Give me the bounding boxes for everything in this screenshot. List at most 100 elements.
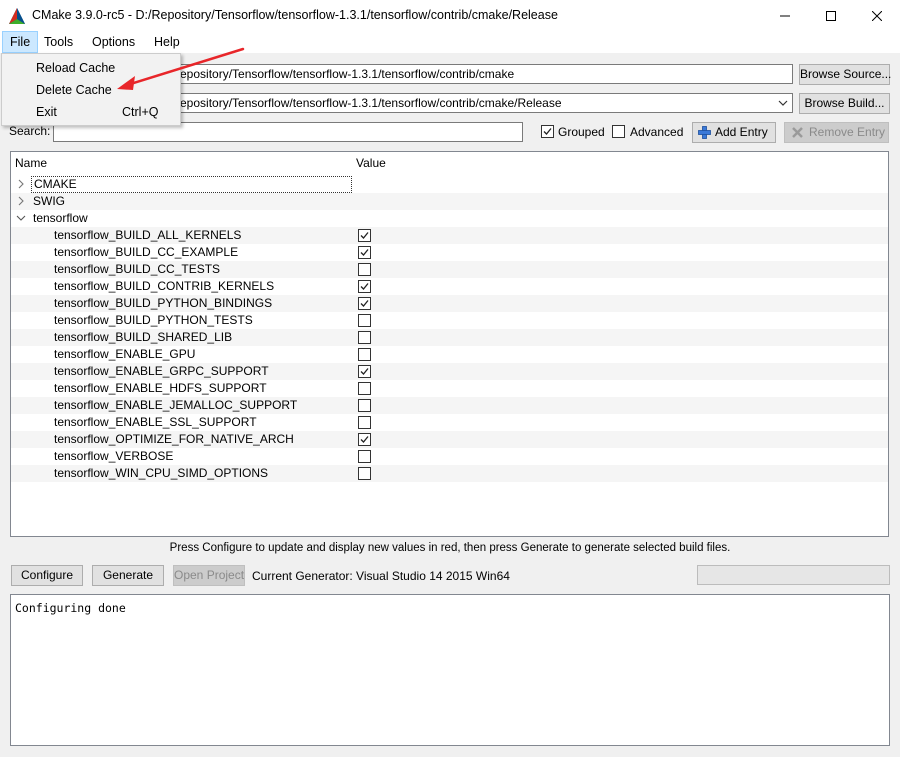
grouped-checkbox[interactable] <box>541 125 554 138</box>
entry-value-checkbox[interactable] <box>358 365 371 378</box>
group-label: tensorflow <box>33 211 88 225</box>
entry-value-checkbox[interactable] <box>358 467 371 480</box>
header-value[interactable]: Value <box>352 152 386 174</box>
menu-file[interactable]: File <box>2 31 39 53</box>
progress-bar <box>697 565 890 585</box>
menu-item-label: Delete Cache <box>36 83 112 97</box>
remove-icon <box>792 127 803 138</box>
group-label: SWIG <box>33 194 65 208</box>
cache-entry-row[interactable]: tensorflow_OPTIMIZE_FOR_NATIVE_ARCH <box>11 431 888 448</box>
tree-group-swig[interactable]: SWIG <box>11 193 888 210</box>
plus-icon <box>698 126 711 139</box>
checkmark-icon <box>543 128 552 135</box>
remove-entry-label: Remove Entry <box>809 125 886 139</box>
window-title: CMake 3.9.0-rc5 - D:/Repository/Tensorfl… <box>32 8 558 22</box>
cache-entry-row[interactable]: tensorflow_BUILD_CONTRIB_KERNELS <box>11 278 888 295</box>
cache-entry-row[interactable]: tensorflow_BUILD_ALL_KERNELS <box>11 227 888 244</box>
cache-entry-row[interactable]: tensorflow_ENABLE_HDFS_SUPPORT <box>11 380 888 397</box>
chevron-down-icon[interactable] <box>778 98 788 108</box>
maximize-icon <box>826 10 836 21</box>
entry-name: tensorflow_BUILD_CC_TESTS <box>54 262 221 276</box>
group-label: CMAKE <box>31 176 352 193</box>
entry-value-checkbox[interactable] <box>358 416 371 429</box>
hint-text: Press Configure to update and display ne… <box>169 542 731 554</box>
entry-value-checkbox[interactable] <box>358 450 371 463</box>
cache-entry-row[interactable]: tensorflow_BUILD_CC_TESTS <box>11 261 888 278</box>
checkmark-icon <box>360 436 369 443</box>
checkmark-icon <box>360 283 369 290</box>
cmake-logo-icon <box>9 8 25 24</box>
cache-entry-row[interactable]: tensorflow_WIN_CPU_SIMD_OPTIONS <box>11 465 888 482</box>
cache-entry-row[interactable]: tensorflow_ENABLE_SSL_SUPPORT <box>11 414 888 431</box>
add-entry-label: Add Entry <box>715 125 768 139</box>
entry-value-checkbox[interactable] <box>358 263 371 276</box>
browse-source-button[interactable]: Browse Source... <box>799 64 891 85</box>
cache-tree[interactable]: Name Value CMAKE SWIG tensorflow tensorf… <box>10 151 889 537</box>
maximize-button[interactable] <box>808 0 854 31</box>
cache-entry-row[interactable]: tensorflow_ENABLE_GRPC_SUPPORT <box>11 363 888 380</box>
entry-name: tensorflow_BUILD_CC_EXAMPLE <box>54 245 239 259</box>
cache-entry-row[interactable]: tensorflow_BUILD_PYTHON_TESTS <box>11 312 888 329</box>
cache-entry-row[interactable]: tensorflow_BUILD_SHARED_LIB <box>11 329 888 346</box>
entry-name: tensorflow_BUILD_PYTHON_BINDINGS <box>54 296 273 310</box>
menu-tools[interactable]: Tools <box>37 31 80 53</box>
tree-header: Name Value <box>11 152 888 174</box>
checkmark-icon <box>360 368 369 375</box>
entry-value-checkbox[interactable] <box>358 314 371 327</box>
build-path-combobox[interactable]: epository/Tensorflow/tensorflow-1.3.1/te… <box>176 93 793 113</box>
title-bar: CMake 3.9.0-rc5 - D:/Repository/Tensorfl… <box>0 0 900 31</box>
tree-group-cmake[interactable]: CMAKE <box>11 176 888 193</box>
entry-name: tensorflow_ENABLE_GPU <box>54 347 196 361</box>
generate-label: Generate <box>102 568 154 582</box>
entry-value-checkbox[interactable] <box>358 433 371 446</box>
arrow-head <box>117 76 135 90</box>
annotation-arrow-icon <box>117 47 245 90</box>
minimize-icon <box>780 15 790 16</box>
advanced-checkbox[interactable] <box>612 125 625 138</box>
close-button[interactable] <box>854 0 900 31</box>
entry-name: tensorflow_WIN_CPU_SIMD_OPTIONS <box>54 466 269 480</box>
menu-item-label: Exit <box>36 105 57 119</box>
minimize-button[interactable] <box>762 0 808 31</box>
entry-value-checkbox[interactable] <box>358 246 371 259</box>
entry-name: tensorflow_BUILD_PYTHON_TESTS <box>54 313 253 327</box>
entry-value-checkbox[interactable] <box>358 348 371 361</box>
menu-item-shortcut: Ctrl+Q <box>122 105 159 119</box>
open-project-label: Open Project <box>174 568 245 582</box>
entry-name: tensorflow_ENABLE_JEMALLOC_SUPPORT <box>54 398 298 412</box>
cache-entry-row[interactable]: tensorflow_BUILD_PYTHON_BINDINGS <box>11 295 888 312</box>
entry-name: tensorflow_OPTIMIZE_FOR_NATIVE_ARCH <box>54 432 294 446</box>
cache-entry-row[interactable]: tensorflow_ENABLE_GPU <box>11 346 888 363</box>
cache-entry-row[interactable]: tensorflow_ENABLE_JEMALLOC_SUPPORT <box>11 397 888 414</box>
entry-name: tensorflow_VERBOSE <box>54 449 174 463</box>
entry-value-checkbox[interactable] <box>358 297 371 310</box>
tree-group-tensorflow[interactable]: tensorflow <box>11 210 888 227</box>
entry-name: tensorflow_ENABLE_HDFS_SUPPORT <box>54 381 267 395</box>
checkmark-icon <box>360 232 369 239</box>
entry-name: tensorflow_ENABLE_GRPC_SUPPORT <box>54 364 269 378</box>
entry-value-checkbox[interactable] <box>358 229 371 242</box>
header-name[interactable]: Name <box>11 152 47 174</box>
add-entry-button[interactable]: Add Entry <box>692 122 776 143</box>
remove-entry-button[interactable]: Remove Entry <box>784 122 889 143</box>
configure-button[interactable]: Configure <box>11 565 83 586</box>
output-log[interactable]: Configuring done <box>10 594 890 746</box>
chevron-right-icon[interactable] <box>16 196 26 206</box>
entry-value-checkbox[interactable] <box>358 382 371 395</box>
entry-value-checkbox[interactable] <box>358 280 371 293</box>
entry-value-checkbox[interactable] <box>358 331 371 344</box>
chevron-down-icon[interactable] <box>16 213 26 223</box>
entry-name: tensorflow_ENABLE_SSL_SUPPORT <box>54 415 257 429</box>
menu-item-exit[interactable]: Exit Ctrl+Q <box>2 101 180 123</box>
entry-name: tensorflow_BUILD_CONTRIB_KERNELS <box>54 279 275 293</box>
generate-button[interactable]: Generate <box>92 565 164 586</box>
cache-entry-row[interactable]: tensorflow_BUILD_CC_EXAMPLE <box>11 244 888 261</box>
cache-entry-row[interactable]: tensorflow_VERBOSE <box>11 448 888 465</box>
browse-build-button[interactable]: Browse Build... <box>799 93 890 114</box>
source-path-field[interactable]: epository/Tensorflow/tensorflow-1.3.1/te… <box>176 64 793 84</box>
close-icon <box>872 10 882 21</box>
entry-value-checkbox[interactable] <box>358 399 371 412</box>
open-project-button[interactable]: Open Project <box>173 565 245 586</box>
chevron-right-icon[interactable] <box>16 179 26 189</box>
search-label: Search: <box>9 124 51 138</box>
